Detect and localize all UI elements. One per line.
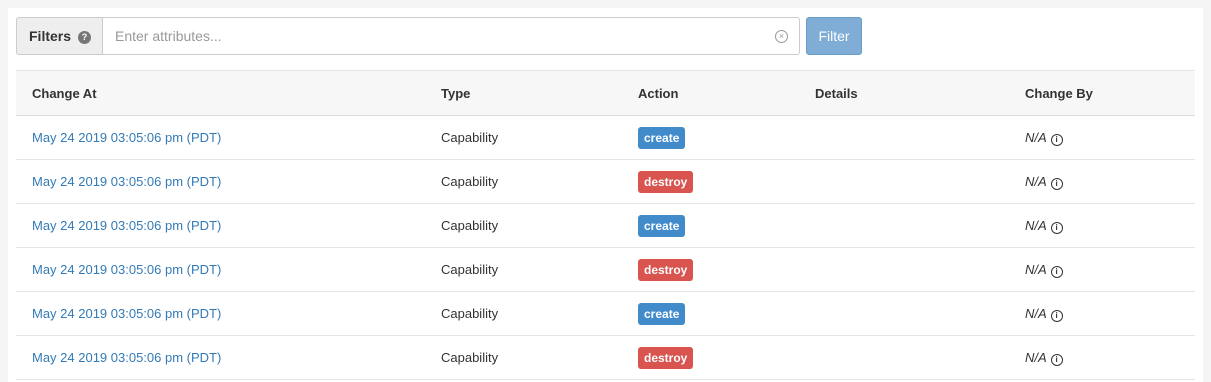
action-badge: destroy bbox=[638, 258, 694, 281]
table-row: May 24 2019 03:05:06 pm (PDT) Capability… bbox=[16, 291, 1195, 336]
filters-label: Filters bbox=[29, 28, 72, 44]
change-by-cell: N/A i bbox=[1009, 159, 1195, 204]
change-by-cell: N/A i bbox=[1009, 247, 1195, 292]
type-cell: Capability bbox=[425, 203, 622, 248]
action-cell: create bbox=[622, 291, 799, 336]
change-at-cell: May 24 2019 03:05:06 pm (PDT) bbox=[16, 335, 425, 380]
question-circle-icon[interactable]: ? bbox=[78, 30, 92, 44]
type-cell: Capability bbox=[425, 335, 622, 380]
action-badge: destroy bbox=[638, 346, 694, 369]
action-badge: create bbox=[638, 214, 686, 237]
change-by-text: N/A bbox=[1025, 217, 1047, 233]
table-row: May 24 2019 03:05:06 pm (PDT) Capability… bbox=[16, 203, 1195, 248]
column-header-action[interactable]: Action bbox=[622, 70, 799, 116]
change-at-cell: May 24 2019 03:05:06 pm (PDT) bbox=[16, 203, 425, 248]
type-cell: Capability bbox=[425, 159, 622, 204]
change-at-link[interactable]: May 24 2019 03:05:06 pm (PDT) bbox=[32, 262, 221, 277]
filter-bar: Filters ? × Filter bbox=[16, 17, 862, 55]
type-cell: Capability bbox=[425, 247, 622, 292]
action-badge: create bbox=[638, 302, 686, 325]
info-circle-icon[interactable]: i bbox=[1050, 133, 1063, 146]
action-cell: create bbox=[622, 203, 799, 248]
change-by-text: N/A bbox=[1025, 349, 1047, 365]
info-circle-icon[interactable]: i bbox=[1050, 221, 1063, 234]
action-cell: create bbox=[622, 115, 799, 160]
action-cell: destroy bbox=[622, 159, 799, 204]
change-at-link[interactable]: May 24 2019 03:05:06 pm (PDT) bbox=[32, 306, 221, 321]
column-header-change-at[interactable]: Change At bbox=[16, 70, 425, 116]
change-at-link[interactable]: May 24 2019 03:05:06 pm (PDT) bbox=[32, 130, 221, 145]
type-cell: Capability bbox=[425, 115, 622, 160]
details-cell bbox=[799, 159, 1009, 204]
change-at-cell: May 24 2019 03:05:06 pm (PDT) bbox=[16, 291, 425, 336]
action-cell: destroy bbox=[622, 247, 799, 292]
change-at-cell: May 24 2019 03:05:06 pm (PDT) bbox=[16, 247, 425, 292]
change-by-text: N/A bbox=[1025, 173, 1047, 189]
change-at-cell: May 24 2019 03:05:06 pm (PDT) bbox=[16, 159, 425, 204]
filter-button[interactable]: Filter bbox=[806, 17, 862, 55]
info-circle-icon[interactable]: i bbox=[1050, 353, 1063, 366]
change-at-link[interactable]: May 24 2019 03:05:06 pm (PDT) bbox=[32, 350, 221, 365]
filters-label-addon: Filters ? bbox=[16, 17, 102, 55]
filter-search-input[interactable] bbox=[103, 18, 763, 54]
change-by-cell: N/A i bbox=[1009, 115, 1195, 160]
action-cell: destroy bbox=[622, 335, 799, 380]
clear-circle-icon[interactable]: × bbox=[775, 30, 788, 43]
filter-input-wrapper: × bbox=[102, 17, 800, 55]
details-cell bbox=[799, 203, 1009, 248]
change-by-cell: N/A i bbox=[1009, 291, 1195, 336]
column-header-type[interactable]: Type bbox=[425, 70, 622, 116]
action-badge: destroy bbox=[638, 170, 694, 193]
change-at-cell: May 24 2019 03:05:06 pm (PDT) bbox=[16, 115, 425, 160]
table-row: May 24 2019 03:05:06 pm (PDT) Capability… bbox=[16, 159, 1195, 204]
type-cell: Capability bbox=[425, 291, 622, 336]
info-circle-icon[interactable]: i bbox=[1050, 265, 1063, 278]
info-circle-icon[interactable]: i bbox=[1050, 177, 1063, 190]
table-body: May 24 2019 03:05:06 pm (PDT) Capability… bbox=[16, 115, 1195, 380]
change-by-cell: N/A i bbox=[1009, 335, 1195, 380]
change-at-link[interactable]: May 24 2019 03:05:06 pm (PDT) bbox=[32, 218, 221, 233]
change-by-text: N/A bbox=[1025, 305, 1047, 321]
change-by-text: N/A bbox=[1025, 129, 1047, 145]
info-circle-icon[interactable]: i bbox=[1050, 309, 1063, 322]
column-header-change-by[interactable]: Change By bbox=[1009, 70, 1195, 116]
details-cell bbox=[799, 247, 1009, 292]
table-row: May 24 2019 03:05:06 pm (PDT) Capability… bbox=[16, 115, 1195, 160]
audits-table: Change At Type Action Details Change By … bbox=[16, 70, 1195, 380]
details-cell bbox=[799, 115, 1009, 160]
column-header-details[interactable]: Details bbox=[799, 70, 1009, 116]
details-cell bbox=[799, 291, 1009, 336]
table-row: May 24 2019 03:05:06 pm (PDT) Capability… bbox=[16, 247, 1195, 292]
details-cell bbox=[799, 335, 1009, 380]
change-at-link[interactable]: May 24 2019 03:05:06 pm (PDT) bbox=[32, 174, 221, 189]
change-by-cell: N/A i bbox=[1009, 203, 1195, 248]
change-by-text: N/A bbox=[1025, 261, 1047, 277]
table-row: May 24 2019 03:05:06 pm (PDT) Capability… bbox=[16, 335, 1195, 380]
action-badge: create bbox=[638, 126, 686, 149]
table-header-row: Change At Type Action Details Change By bbox=[16, 70, 1195, 116]
